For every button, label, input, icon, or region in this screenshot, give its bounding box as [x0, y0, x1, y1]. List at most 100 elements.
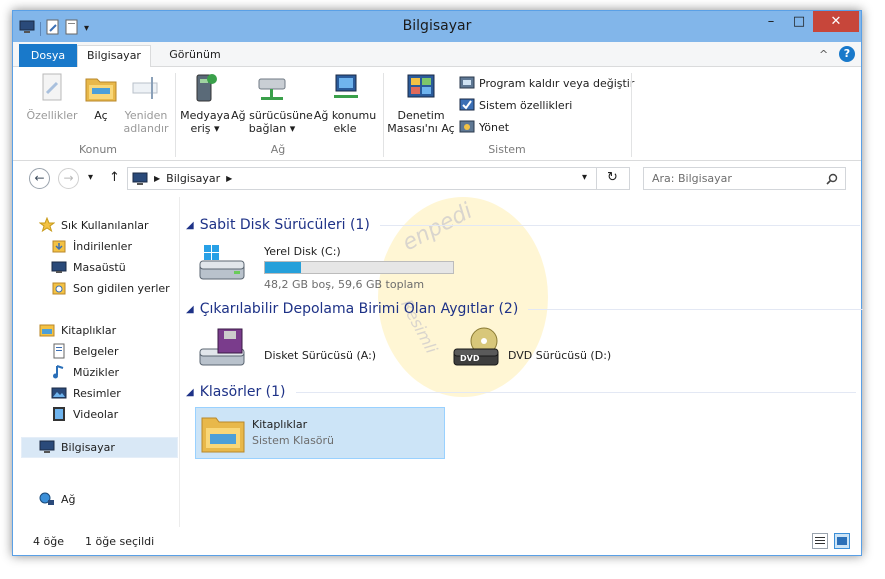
nav-recent-places[interactable]: Son gidilen yerler — [51, 278, 170, 298]
rename-label-2: adlandır — [123, 122, 169, 135]
collapse-chevron-icon[interactable]: ◢ — [186, 220, 194, 231]
media-access-button[interactable]: Medyaya eriş ▾ — [179, 71, 231, 135]
nav-downloads-label: İndirilenler — [73, 239, 132, 253]
nav-network-label: Ağ — [61, 492, 76, 506]
downloads-folder-icon — [52, 240, 66, 253]
group-label-sistem: Sistem — [488, 143, 526, 156]
floppy-drive-icon — [199, 328, 245, 366]
star-icon — [39, 217, 55, 233]
manage-button[interactable]: Yönet — [459, 117, 509, 137]
navigation-pane: Sık Kullanılanlar İndirilenler Masaüstü … — [13, 197, 179, 527]
refresh-button[interactable]: ↻ — [607, 170, 618, 185]
nav-desktop-label: Masaüstü — [73, 260, 126, 274]
breadcrumb-bilgisayar[interactable]: Bilgisayar — [166, 172, 220, 185]
map-network-drive-button[interactable]: Ağ sürücüsüne bağlan ▾ — [231, 71, 313, 135]
details-view-icon[interactable] — [812, 533, 828, 549]
recent-locations-button[interactable]: ▾ — [88, 172, 93, 183]
system-properties-button[interactable]: Sistem özellikleri — [459, 95, 572, 115]
collapse-chevron-icon[interactable]: ◢ — [186, 387, 194, 398]
nav-videos-label: Videolar — [73, 407, 119, 421]
section-header-removable[interactable]: ◢ Çıkarılabilir Depolama Birimi Olan Ayg… — [186, 299, 864, 319]
nav-music[interactable]: Müzikler — [51, 362, 119, 382]
dvd-drive-d[interactable]: DVD DVD Sürücüsü (D:) — [452, 325, 652, 377]
item-count: 4 öğe — [33, 535, 64, 548]
breadcrumb-separator-icon: ▶ — [226, 174, 233, 183]
back-button[interactable]: ← — [29, 168, 50, 189]
ribbon-tabs: Dosya Bilgisayar Görünüm ^ ? — [13, 42, 861, 68]
media-label-1: Medyaya — [180, 109, 230, 122]
large-icons-view-icon[interactable] — [834, 533, 850, 549]
manage-icon — [459, 120, 475, 133]
section-divider — [295, 391, 856, 393]
minimize-button[interactable]: – — [757, 11, 785, 32]
nav-documents-label: Belgeler — [73, 344, 119, 358]
section-header-hard-disks[interactable]: ◢ Sabit Disk Sürücüleri (1) — [186, 215, 860, 235]
dvd-badge: DVD — [460, 354, 480, 363]
computer-icon — [39, 440, 55, 453]
section-title: Çıkarılabilir Depolama Birimi Olan Aygıt… — [199, 301, 519, 317]
properties-label: Özellikler — [26, 109, 78, 122]
nav-pictures[interactable]: Resimler — [51, 383, 121, 403]
uninstall-label: Program kaldır veya değiştir — [479, 76, 635, 90]
open-label: Aç — [94, 109, 108, 122]
nav-videos[interactable]: Videolar — [51, 404, 118, 424]
add-network-location-button[interactable]: Ağ konumu ekle — [313, 71, 377, 135]
title-bar[interactable]: ▾ Bilgisayar – □ ✕ — [13, 11, 861, 42]
local-disk-c[interactable]: Yerel Disk (C:) 48,2 GB boş, 59,6 GB top… — [198, 241, 454, 293]
window-title: Bilgisayar — [402, 18, 472, 34]
status-bar: 4 öğe 1 öğe seçildi — [13, 527, 861, 555]
section-header-folders[interactable]: ◢ Klasörler (1) — [186, 382, 856, 402]
properties-button[interactable]: Özellikler — [25, 71, 79, 122]
system-properties-label: Sistem özellikleri — [479, 98, 573, 112]
tab-gorunum[interactable]: Görünüm — [153, 45, 237, 67]
group-separator — [383, 73, 384, 157]
tab-bilgisayar[interactable]: Bilgisayar — [77, 45, 151, 68]
maximize-button[interactable]: □ — [785, 11, 813, 32]
uninstall-program-button[interactable]: Program kaldır veya değiştir — [459, 73, 634, 93]
search-box[interactable]: Ara: Bilgisayar — [643, 167, 846, 190]
local-disk-icon — [199, 245, 245, 280]
nav-favorites[interactable]: Sık Kullanılanlar — [39, 215, 149, 235]
address-bar[interactable]: ▶ Bilgisayar ▶ ▾ ↻ — [127, 167, 630, 190]
open-button[interactable]: Aç — [81, 71, 121, 122]
close-button[interactable]: ✕ — [813, 11, 859, 32]
map-drive-label-2: bağlan ▾ — [248, 122, 296, 135]
collapse-chevron-icon[interactable]: ◢ — [186, 304, 194, 315]
local-disk-info: 48,2 GB boş, 59,6 GB toplam — [264, 278, 425, 291]
properties-icon — [35, 71, 69, 105]
selected-count: 1 öğe seçildi — [85, 535, 155, 548]
group-separator — [175, 73, 176, 157]
nav-music-label: Müzikler — [73, 365, 120, 379]
libraries-folder-tile[interactable]: Kitaplıklar Sistem Klasörü — [195, 407, 445, 459]
rename-button[interactable]: Yeniden adlandır — [121, 71, 171, 135]
add-location-label-2: ekle — [333, 122, 357, 135]
nav-libraries[interactable]: Kitaplıklar — [39, 320, 116, 340]
nav-desktop[interactable]: Masaüstü — [51, 257, 126, 277]
nav-computer[interactable]: Bilgisayar — [39, 437, 115, 457]
control-panel-button[interactable]: Denetim Masası'nı Aç — [387, 71, 455, 135]
rename-icon — [129, 71, 163, 105]
nav-downloads[interactable]: İndirilenler — [51, 236, 132, 256]
manage-label: Yönet — [479, 120, 510, 134]
nav-pictures-label: Resimler — [73, 386, 121, 400]
network-drive-icon — [255, 71, 289, 105]
group-label-ag: Ağ — [270, 143, 286, 156]
ribbon-collapse-button[interactable]: ^ — [819, 48, 828, 61]
explorer-window: ▾ Bilgisayar – □ ✕ Dosya Bilgisayar Görü… — [12, 10, 864, 556]
address-dropdown-button[interactable]: ▾ — [582, 172, 587, 183]
control-panel-icon — [404, 71, 438, 105]
desktop-icon — [51, 261, 67, 273]
search-input[interactable]: Ara: Bilgisayar — [652, 172, 732, 185]
floppy-drive-a[interactable]: Disket Sürücüsü (A:) — [198, 325, 438, 377]
help-button[interactable]: ? — [839, 46, 855, 62]
up-button[interactable]: ↑ — [109, 170, 120, 185]
libraries-icon — [39, 324, 55, 337]
forward-button[interactable]: → — [58, 168, 79, 189]
network-location-icon — [328, 71, 362, 105]
tab-dosya[interactable]: Dosya — [19, 44, 77, 67]
videos-icon — [53, 407, 65, 421]
nav-recent-places-label: Son gidilen yerler — [73, 281, 170, 295]
nav-network[interactable]: Ağ — [39, 489, 76, 509]
system-properties-icon — [459, 98, 475, 111]
nav-documents[interactable]: Belgeler — [51, 341, 118, 361]
